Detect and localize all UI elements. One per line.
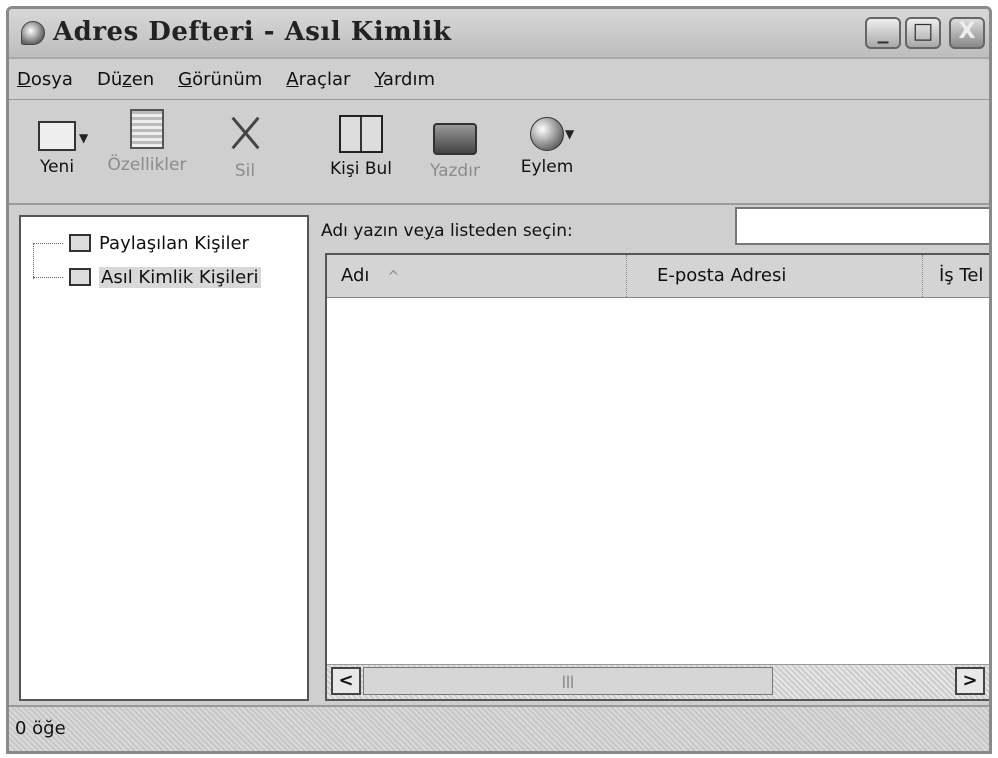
search-label: Adı yazın veya listeden seçin: bbox=[321, 221, 573, 241]
scroll-right-button[interactable]: > bbox=[955, 667, 985, 695]
column-header-name[interactable]: Adı ^ bbox=[327, 255, 627, 297]
menu-help[interactable]: Yardım bbox=[374, 69, 435, 90]
delete-button[interactable]: Sil bbox=[205, 109, 285, 181]
scroll-left-button[interactable]: < bbox=[331, 667, 361, 695]
tree-item-label: Paylaşılan Kişiler bbox=[99, 232, 249, 254]
window-title: Adres Defteri - Asıl Kimlik bbox=[53, 17, 452, 47]
name-search-input[interactable] bbox=[735, 207, 989, 245]
column-header-work-phone[interactable]: İş Tel bbox=[923, 255, 989, 297]
tree-branch-line bbox=[33, 276, 63, 278]
folder-icon bbox=[69, 268, 91, 286]
contact-list[interactable]: Adı ^ E-posta Adresi İş Tel < ||| > bbox=[325, 253, 989, 701]
chevron-down-icon[interactable]: ▼ bbox=[565, 127, 574, 141]
properties-icon bbox=[130, 109, 164, 149]
menu-edit[interactable]: Düzen bbox=[97, 69, 154, 90]
title-bar[interactable]: Adres Defteri - Asıl Kimlik _ □ X bbox=[9, 9, 989, 59]
menu-bar: Dosya Düzen Görünüm Araçlar Yardım bbox=[9, 59, 989, 100]
delete-button-label: Sil bbox=[234, 161, 256, 181]
scroll-thumb[interactable]: ||| bbox=[363, 667, 773, 695]
maximize-button[interactable]: □ bbox=[905, 17, 941, 49]
list-header: Adı ^ E-posta Adresi İş Tel bbox=[327, 255, 989, 298]
address-book-window: Adres Defteri - Asıl Kimlik _ □ X Dosya … bbox=[6, 6, 992, 754]
action-button[interactable]: ▼ Eylem bbox=[507, 109, 587, 177]
new-button[interactable]: ▼ Yeni bbox=[17, 109, 97, 177]
properties-button[interactable]: Özellikler bbox=[107, 109, 187, 175]
find-people-icon bbox=[339, 115, 383, 153]
print-button[interactable]: Yazdır bbox=[415, 109, 495, 181]
action-icon bbox=[530, 117, 564, 151]
delete-icon bbox=[222, 109, 268, 155]
address-book-app-icon[interactable] bbox=[21, 21, 45, 45]
tree-item-main-identity-contacts[interactable]: Asıl Kimlik Kişileri bbox=[33, 263, 261, 291]
tree-item-shared-contacts[interactable]: Paylaşılan Kişiler bbox=[33, 229, 249, 257]
find-people-button[interactable]: Kişi Bul bbox=[321, 109, 401, 179]
menu-tools[interactable]: Araçlar bbox=[286, 69, 350, 90]
print-button-label: Yazdır bbox=[430, 161, 480, 181]
menu-view[interactable]: Görünüm bbox=[178, 69, 262, 90]
chevron-down-icon[interactable]: ▼ bbox=[79, 131, 88, 145]
toolbar: ▼ Yeni Özellikler Sil Kişi Bul Yazdır ▼ … bbox=[9, 101, 989, 205]
new-contact-icon bbox=[38, 121, 76, 151]
find-people-button-label: Kişi Bul bbox=[329, 159, 392, 179]
properties-button-label: Özellikler bbox=[107, 155, 187, 175]
close-button[interactable]: X bbox=[949, 17, 985, 49]
new-button-label: Yeni bbox=[39, 157, 75, 177]
action-button-label: Eylem bbox=[520, 157, 574, 177]
tree-item-label: Asıl Kimlik Kişileri bbox=[99, 266, 261, 288]
horizontal-scrollbar[interactable]: < ||| > bbox=[327, 664, 989, 699]
tree-branch-line bbox=[33, 242, 63, 244]
minimize-button[interactable]: _ bbox=[865, 17, 901, 49]
shared-contacts-icon bbox=[69, 234, 91, 252]
item-count: 0 öğe bbox=[15, 718, 66, 739]
menu-file[interactable]: Dosya bbox=[17, 69, 73, 90]
column-header-email[interactable]: E-posta Adresi bbox=[627, 255, 923, 297]
printer-icon bbox=[433, 123, 477, 155]
sort-ascending-icon: ^ bbox=[387, 269, 400, 285]
contacts-tree: Paylaşılan Kişiler Asıl Kimlik Kişileri bbox=[19, 215, 309, 701]
status-bar: 0 öğe bbox=[9, 705, 989, 751]
